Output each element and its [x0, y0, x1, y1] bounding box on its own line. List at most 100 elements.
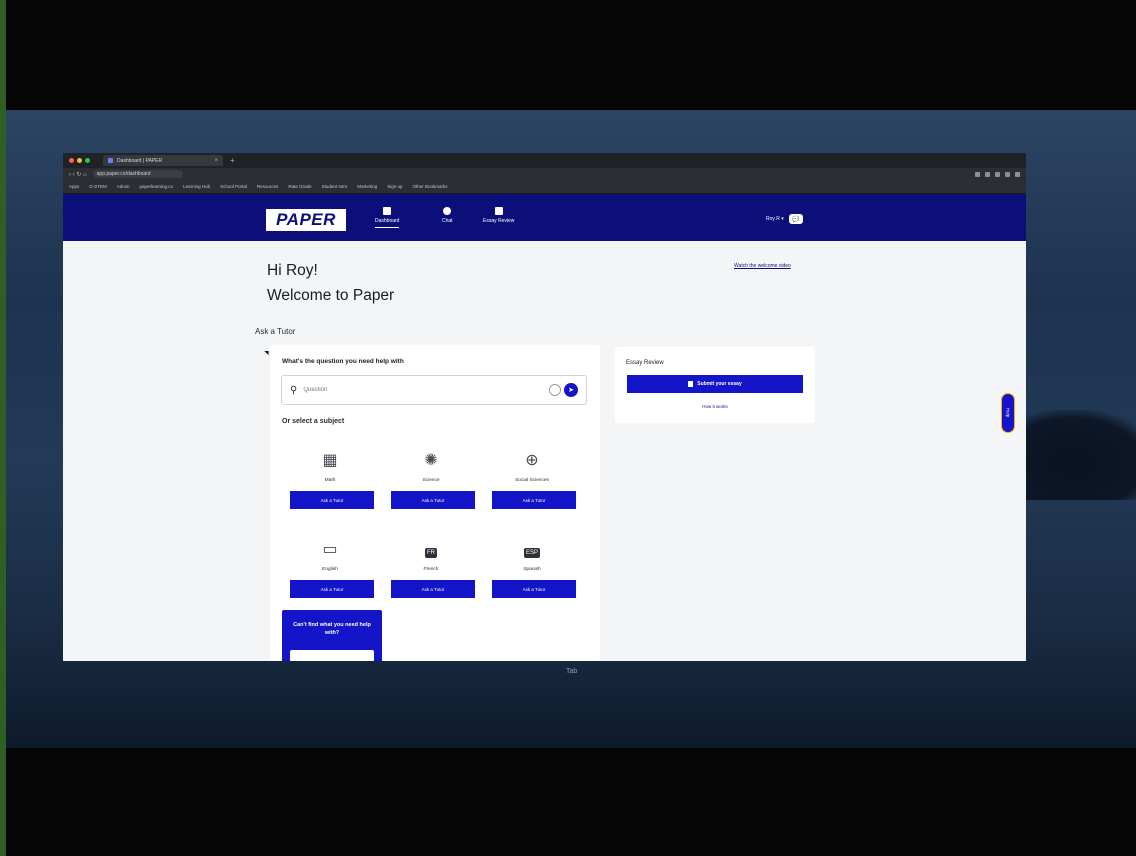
minimize-window-button[interactable] — [77, 158, 82, 163]
bookmark-item[interactable]: Marketing — [357, 184, 377, 189]
bookmark-item[interactable]: paperlearning.co — [140, 184, 174, 189]
button-label: Ask a Tutor — [522, 586, 546, 592]
subject-card-science: ✺ Science Ask a Tutor — [383, 437, 479, 521]
message-icon: 💬 — [792, 216, 800, 223]
calculator-icon: ▦ — [322, 452, 338, 469]
browser-tab-active[interactable]: Dashboard | PAPER × — [103, 155, 223, 166]
tab-close-icon[interactable]: × — [214, 158, 218, 164]
subject-name: Social Sciences — [515, 478, 549, 483]
wallpaper-island — [1016, 410, 1136, 500]
greeting-heading: Hi Roy! — [267, 262, 318, 279]
active-nav-indicator — [375, 227, 400, 228]
how-it-works-link[interactable]: How it works — [615, 404, 815, 409]
send-question-button[interactable]: ➤ — [564, 383, 578, 397]
icon-text: ESP — [523, 548, 540, 558]
essay-review-card: Essay Review Submit your essay How it wo… — [615, 347, 815, 423]
send-icon: ➤ — [568, 387, 574, 394]
subject-card-spanish: ESP Spanish Ask a Tutor — [484, 526, 580, 610]
help-tab[interactable]: Help — [1001, 393, 1015, 433]
button-label: Ask a Tutor — [421, 497, 445, 503]
icon-text: FR — [425, 548, 437, 558]
profile-icon[interactable] — [1005, 171, 1010, 177]
nav-label: Essay Review — [483, 218, 515, 224]
menu-icon[interactable] — [1015, 171, 1020, 177]
globe-icon: ⊕ — [525, 452, 539, 469]
app-header: PAPER Dashboard Chat Essay Review Roy R … — [63, 194, 1026, 241]
button-label: Submit your essay — [697, 381, 742, 387]
browser-window: Dashboard | PAPER × + ‹ › ↻ ⌂ app.paper.… — [63, 153, 1026, 661]
dashboard-page: Hi Roy! Welcome to Paper Watch the welco… — [63, 241, 1026, 661]
bookmark-item[interactable]: Other Bookmarks — [412, 184, 447, 189]
extension-icon[interactable] — [995, 171, 1000, 177]
document-icon — [494, 207, 503, 215]
ask-tutor-card: What's the question you need help with ⚲… — [270, 345, 600, 661]
chat-icon — [443, 207, 452, 215]
paper-logo[interactable]: PAPER — [266, 209, 346, 231]
question-search[interactable]: ⚲ ➤ — [281, 375, 587, 405]
bookmark-item[interactable]: Student Intro — [322, 184, 348, 189]
bookmark-item[interactable]: Apps — [69, 184, 79, 189]
welcome-heading: Welcome to Paper — [267, 287, 395, 304]
dock-label: Tab — [566, 668, 578, 675]
close-window-button[interactable] — [69, 158, 74, 163]
extension-icons — [975, 171, 1020, 177]
bookmark-item[interactable]: Resources — [257, 184, 279, 189]
ask-tutor-science-button[interactable]: Ask a Tutor — [391, 491, 475, 509]
bookmark-item[interactable]: Learning Hub — [183, 184, 210, 189]
bookmark-item[interactable]: School Portal — [220, 184, 247, 189]
subject-card-social-sciences: ⊕ Social Sciences Ask a Tutor — [484, 437, 580, 521]
extension-icon[interactable] — [975, 171, 980, 177]
submit-essay-button[interactable]: Submit your essay — [627, 375, 803, 393]
cant-find-text: Can't find what you need help with? — [293, 622, 371, 636]
maximize-window-button[interactable] — [85, 158, 90, 163]
new-tab-button[interactable]: + — [230, 156, 235, 165]
nav-chat[interactable]: Chat — [442, 207, 453, 224]
browser-tab-strip: Dashboard | PAPER × + — [63, 153, 1026, 168]
subject-card-math: ▦ Math Ask a Tutor — [282, 437, 378, 521]
ask-tutor-math-button[interactable]: Ask a Tutor — [290, 491, 374, 509]
address-bar-url: app.paper.co/dashboard — [96, 171, 151, 177]
subject-card-french: FR French Ask a Tutor — [383, 526, 479, 610]
bookmark-item[interactable]: Sign up — [387, 184, 402, 189]
spanish-bubble-icon: ESP — [523, 541, 541, 559]
bookmark-item[interactable]: Rate Grade — [288, 184, 311, 189]
search-icon: ⚲ — [290, 384, 298, 396]
attach-icon[interactable] — [549, 384, 561, 396]
address-bar[interactable]: app.paper.co/dashboard — [92, 170, 183, 178]
welcome-video-link[interactable]: Watch the welcome video — [734, 263, 791, 269]
button-label: Ask a Tutor — [522, 497, 546, 503]
user-menu[interactable]: Roy R ▾ 💬 — [766, 214, 803, 224]
ask-tutor-english-button[interactable]: Ask a Tutor — [290, 580, 374, 598]
question-title: What's the question you need help with — [282, 358, 404, 365]
cant-find-button[interactable] — [290, 650, 374, 661]
bookmark-item[interactable]: G-STEM — [89, 184, 107, 189]
ask-tutor-label: Ask a Tutor — [255, 327, 296, 336]
logo-text: PAPER — [276, 210, 336, 229]
extension-icon[interactable] — [985, 171, 990, 177]
ask-tutor-french-button[interactable]: Ask a Tutor — [391, 580, 475, 598]
tab-title: Dashboard | PAPER — [117, 157, 163, 164]
select-subject-label: Or select a subject — [282, 418, 345, 425]
subject-name: French — [423, 567, 439, 572]
browser-nav-icons[interactable]: ‹ › ↻ ⌂ — [69, 171, 87, 178]
messages-button[interactable]: 💬 — [788, 214, 803, 224]
letterbox-bottom — [6, 748, 1136, 856]
subject-name: Science — [422, 478, 440, 483]
subject-card-english: ▭ English Ask a Tutor — [282, 526, 378, 610]
button-label: Ask a Tutor — [320, 497, 344, 503]
nav-label: Dashboard — [375, 218, 400, 224]
letterbox-top — [6, 0, 1136, 110]
essay-review-title: Essay Review — [626, 360, 664, 366]
user-name: Roy R ▾ — [766, 216, 784, 222]
nav-label: Chat — [442, 218, 453, 224]
nav-dashboard[interactable]: Dashboard — [375, 207, 399, 228]
dashboard-icon — [383, 207, 392, 215]
bookmark-item[interactable]: Admin — [117, 184, 130, 189]
help-label: Help — [1005, 408, 1011, 418]
bookmarks-bar: Apps G-STEM Admin paperlearning.co Learn… — [63, 180, 1026, 194]
ask-tutor-spanish-button[interactable]: Ask a Tutor — [492, 580, 576, 598]
question-input[interactable] — [303, 387, 549, 393]
atom-icon: ✺ — [424, 452, 438, 469]
ask-tutor-social-sciences-button[interactable]: Ask a Tutor — [492, 491, 576, 509]
nav-essay-review[interactable]: Essay Review — [483, 207, 514, 224]
